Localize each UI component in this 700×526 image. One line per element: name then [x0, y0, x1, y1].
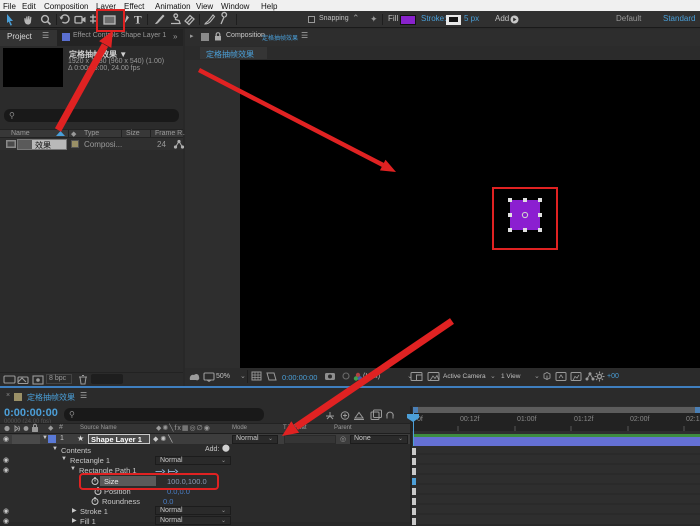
svg-text:T: T [134, 15, 142, 27]
